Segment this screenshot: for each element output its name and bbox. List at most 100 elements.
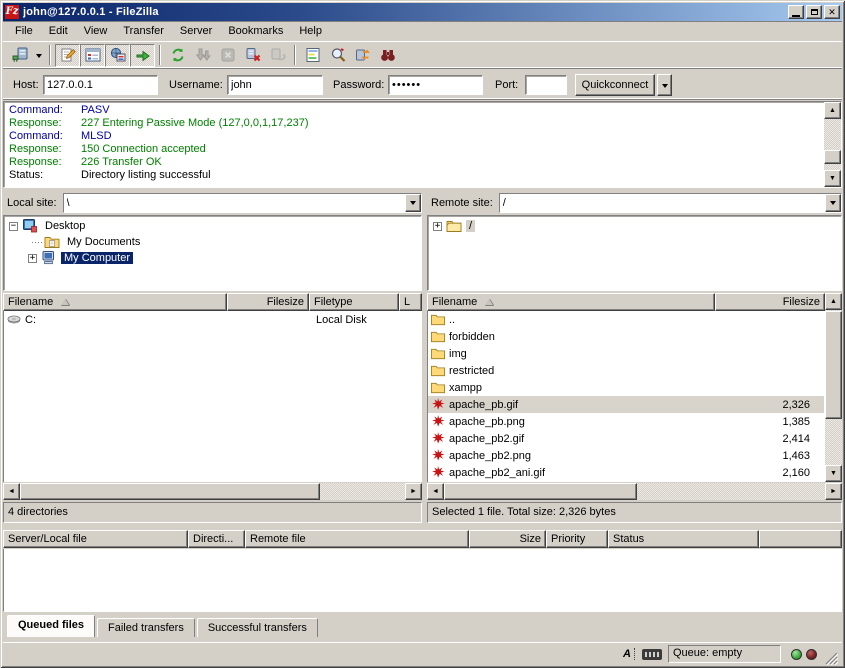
tree-item-root[interactable]: + / <box>428 218 841 234</box>
toggle-local-tree-button[interactable] <box>80 44 105 67</box>
expand-icon[interactable]: + <box>28 254 37 263</box>
expand-icon[interactable]: + <box>433 222 442 231</box>
maximize-button[interactable] <box>806 5 822 19</box>
file-panes: Local site: − Desktop My Documents <box>3 190 842 524</box>
file-row[interactable]: apache_pb2.gif 2,414 <box>428 430 824 447</box>
find-files-button[interactable] <box>375 44 400 67</box>
tree-item-desktop[interactable]: − Desktop <box>4 218 421 234</box>
collapse-icon[interactable]: − <box>9 222 18 231</box>
transfer-type-indicator[interactable]: A <box>620 646 638 663</box>
local-horizontal-scrollbar[interactable]: ◄ ► <box>3 483 422 500</box>
remote-site-input[interactable] <box>500 194 825 212</box>
column-header-priority[interactable]: Priority <box>546 530 608 548</box>
toggle-remote-tree-button[interactable] <box>105 44 130 67</box>
site-manager-button[interactable] <box>7 44 32 67</box>
file-row[interactable]: apache_pb2_ani.gif 2,160 <box>428 464 824 481</box>
scrollbar-thumb[interactable] <box>20 483 320 500</box>
file-row[interactable]: forbidden <box>428 328 824 345</box>
tab-failed-transfers[interactable]: Failed transfers <box>97 618 195 637</box>
refresh-button[interactable] <box>165 44 190 67</box>
toggle-transfer-queue-button[interactable] <box>130 44 155 67</box>
menu-transfer[interactable]: Transfer <box>115 22 172 40</box>
file-row[interactable]: .. <box>428 311 824 328</box>
synchronized-browsing-button[interactable] <box>350 44 375 67</box>
scroll-down-icon[interactable]: ▼ <box>824 170 841 187</box>
menu-edit[interactable]: Edit <box>41 22 76 40</box>
scrollbar-thumb[interactable] <box>824 150 841 164</box>
tree-connector <box>32 242 42 243</box>
file-row[interactable]: xampp <box>428 379 824 396</box>
cancel-button[interactable] <box>215 44 240 67</box>
scroll-down-icon[interactable]: ▼ <box>825 465 842 482</box>
column-header-size[interactable]: Size <box>469 530 546 548</box>
tab-successful-transfers[interactable]: Successful transfers <box>197 618 318 637</box>
menu-view[interactable]: View <box>76 22 116 40</box>
column-header-filesize[interactable]: Filesize <box>715 293 825 311</box>
column-header-direction[interactable]: Directi... <box>188 530 245 548</box>
quickconnect-dropdown-button[interactable] <box>657 74 672 96</box>
menubar: File Edit View Transfer Server Bookmarks… <box>3 21 842 42</box>
host-input[interactable] <box>43 75 158 95</box>
scroll-up-icon[interactable]: ▲ <box>825 293 842 310</box>
remote-horizontal-scrollbar[interactable]: ◄ ► <box>427 483 842 500</box>
remote-site-dropdown-button[interactable] <box>825 194 841 212</box>
reconnect-button[interactable] <box>265 44 290 67</box>
quickconnect-button[interactable]: Quickconnect <box>575 74 655 96</box>
username-input[interactable] <box>227 75 323 95</box>
tree-item-my-documents[interactable]: My Documents <box>4 234 421 250</box>
scroll-left-icon[interactable]: ◄ <box>427 483 444 500</box>
scroll-right-icon[interactable]: ► <box>825 483 842 500</box>
remote-vertical-scrollbar[interactable]: ▲ ▼ <box>825 293 842 482</box>
column-header-status[interactable]: Status <box>608 530 759 548</box>
resize-grip[interactable] <box>825 652 838 665</box>
site-manager-dropdown-button[interactable] <box>32 44 45 67</box>
local-site-input[interactable] <box>64 194 405 212</box>
column-header-last-modified[interactable]: L <box>399 293 422 311</box>
log-vertical-scrollbar[interactable]: ▲ ▼ <box>824 102 841 187</box>
scrollbar-thumb[interactable] <box>444 483 637 500</box>
filter-button[interactable] <box>300 44 325 67</box>
image-file-icon <box>430 448 446 463</box>
file-row[interactable]: restricted <box>428 362 824 379</box>
column-header-remote-file[interactable]: Remote file <box>245 530 469 548</box>
menu-file[interactable]: File <box>7 22 41 40</box>
log-entry: Command:PASV <box>9 104 841 117</box>
directory-comparison-button[interactable] <box>325 44 350 67</box>
reconnect-icon <box>270 47 286 63</box>
scroll-left-icon[interactable]: ◄ <box>3 483 20 500</box>
menu-server[interactable]: Server <box>172 22 220 40</box>
local-tree-icon <box>85 47 101 63</box>
column-header-filetype[interactable]: Filetype <box>309 293 399 311</box>
menu-help[interactable]: Help <box>291 22 330 40</box>
close-button[interactable]: ✕ <box>824 5 840 19</box>
column-header-server-local-file[interactable]: Server/Local file <box>3 530 188 548</box>
cancel-icon <box>220 47 236 63</box>
column-header-filename[interactable]: Filename <box>3 293 227 311</box>
local-site-dropdown-button[interactable] <box>405 194 421 212</box>
toggle-message-log-button[interactable] <box>55 44 80 67</box>
file-row-c-drive[interactable]: C: Local Disk <box>4 311 421 328</box>
scroll-right-icon[interactable]: ► <box>405 483 422 500</box>
log-entry: Response:150 Connection accepted <box>9 143 841 156</box>
host-label: Host: <box>13 79 39 91</box>
tree-item-my-computer[interactable]: + My Computer <box>4 250 421 266</box>
scroll-up-icon[interactable]: ▲ <box>824 102 841 119</box>
process-queue-button[interactable] <box>190 44 215 67</box>
minimize-button[interactable] <box>788 5 804 19</box>
folder-icon <box>430 380 446 395</box>
file-row[interactable]: img <box>428 345 824 362</box>
menu-bookmarks[interactable]: Bookmarks <box>220 22 291 40</box>
password-input[interactable] <box>388 75 483 95</box>
port-input[interactable] <box>525 75 567 95</box>
remote-site-combobox <box>499 193 842 213</box>
file-row[interactable]: apache_pb2.png 1,463 <box>428 447 824 464</box>
scrollbar-thumb[interactable] <box>825 311 842 419</box>
column-header-filesize[interactable]: Filesize <box>227 293 309 311</box>
disconnect-button[interactable] <box>240 44 265 67</box>
column-header-filename[interactable]: Filename <box>427 293 715 311</box>
speed-limits-icon[interactable] <box>642 649 662 660</box>
file-row[interactable]: apache_pb.png 1,385 <box>428 413 824 430</box>
activity-led-red-icon <box>806 649 817 660</box>
file-row-selected[interactable]: apache_pb.gif 2,326 <box>428 396 824 413</box>
tab-queued-files[interactable]: Queued files <box>7 615 95 637</box>
